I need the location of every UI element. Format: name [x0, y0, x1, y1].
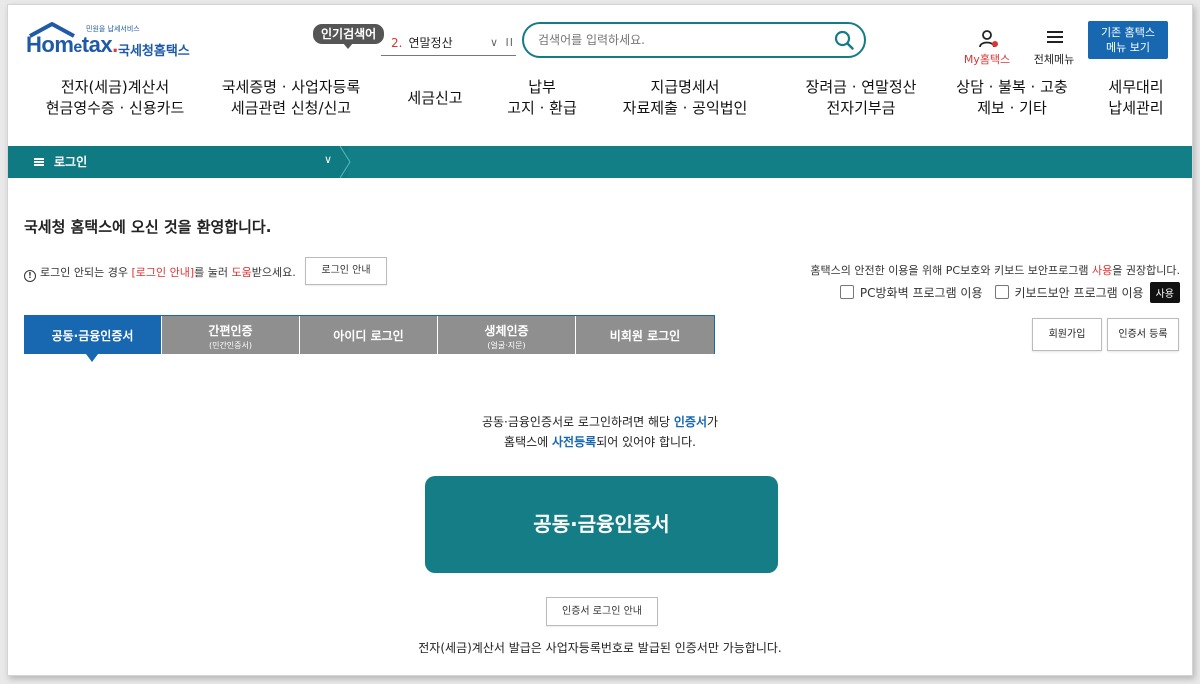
cert-register-button[interactable]: 인증서 등록: [1107, 318, 1179, 351]
hamburger-icon: [1047, 31, 1063, 43]
gnb-item-statement[interactable]: 지급명세서 자료제출 · 공익법인: [608, 77, 762, 127]
page-title: 국세청 홈택스에 오신 것을 환영합니다.: [24, 218, 272, 236]
chevron-down-icon[interactable]: ∨: [324, 153, 332, 166]
tab-guest-login[interactable]: 비회원 로그인: [576, 316, 714, 354]
header: 민원을 납세서비스 Hometax. 국세청홈택스 인기검색어 2. 연말정산 ∨…: [8, 5, 1192, 146]
firewall-checkbox[interactable]: [839, 285, 854, 299]
security-notice: 홈택스의 안전한 이용을 위해 PC보호와 키보드 보안프로그램 사용을 권장합…: [810, 264, 1180, 277]
my-hometax-button[interactable]: My홈택스: [958, 27, 1016, 67]
keyboard-security-checkbox[interactable]: [994, 285, 1009, 299]
tab-certificate[interactable]: 공동·금융인증서: [24, 316, 162, 362]
logo-wordmark: Hometax.: [26, 32, 118, 57]
cert-description: 공동·금융인증서로 로그인하려면 해당 인증서가 홈택스에 사전등록되어 있어야…: [481, 415, 719, 449]
tab-id-login[interactable]: 아이디 로그인: [300, 316, 438, 354]
gnb-item-payment[interactable]: 납부 고지 · 환급: [492, 77, 592, 127]
login-help-notice: ! 로그인 안되는 경우 [로그인 안내]를 눌러 도움받으세요.: [24, 264, 296, 282]
gnb-item-certificate[interactable]: 국세증명 · 사업자등록 세금관련 신청/신고: [216, 77, 366, 127]
breadcrumb[interactable]: 로그인 ∨: [8, 146, 351, 178]
invoice-cert-note: 전자(세금)계산서 발급은 사업자등록번호로 발급된 인증서만 가능합니다.: [418, 641, 782, 655]
user-icon: [979, 30, 998, 48]
signup-button[interactable]: 회원가입: [1032, 318, 1102, 351]
search-box: [522, 22, 866, 58]
browser-page: 민원을 납세서비스 Hometax. 국세청홈택스 인기검색어 2. 연말정산 ∨…: [7, 4, 1193, 676]
security-options: PC방화벽 프로그램 이용 키보드보안 프로그램 이용 사용: [839, 282, 1180, 304]
gnb-item-tax-report[interactable]: 세금신고: [390, 77, 480, 127]
certificate-login-button[interactable]: 공동·금융인증서: [425, 476, 778, 573]
logo-service-name: 국세청홈택스: [118, 44, 190, 59]
search-input[interactable]: [538, 31, 818, 49]
gnb-item-invoice[interactable]: 전자(세금)계산서 현금영수증 · 신용카드: [40, 77, 190, 127]
popular-keyword-select[interactable]: 2. 연말정산 ∨ II: [381, 30, 516, 56]
popular-search-badge: 인기검색어: [313, 24, 385, 49]
firewall-option[interactable]: PC방화벽 프로그램 이용: [839, 284, 983, 301]
pause-icon[interactable]: II: [506, 30, 515, 56]
tab-simple-auth[interactable]: 간편인증 (민간인증서): [162, 316, 300, 354]
login-guide-link[interactable]: [로그인 안내]: [131, 266, 194, 279]
gnb-item-agent[interactable]: 세무대리 납세관리: [1092, 77, 1180, 127]
hometax-logo[interactable]: 민원을 납세서비스 Hometax. 국세청홈택스: [24, 20, 204, 62]
search-icon[interactable]: [834, 30, 854, 50]
tab-biometric[interactable]: 생체인증 (얼굴·지문): [438, 316, 576, 354]
old-menu-button[interactable]: 기존 홈택스 메뉴 보기: [1088, 21, 1168, 59]
menu-icon: [34, 158, 44, 166]
breadcrumb-label: 로그인: [54, 155, 88, 169]
popular-keyword: 연말정산: [408, 36, 453, 50]
gnb-item-year-end[interactable]: 장려금 · 연말정산 전자기부금: [786, 77, 936, 127]
breadcrumb-bar: 로그인 ∨: [8, 146, 1192, 178]
gnb-item-consult[interactable]: 상담 · 불복 · 고충 제보 · 기타: [944, 77, 1080, 127]
chevron-down-icon[interactable]: ∨: [490, 30, 498, 56]
all-menu-label: 전체메뉴: [1033, 53, 1075, 66]
alert-icon: !: [24, 270, 36, 282]
use-button[interactable]: 사용: [1149, 282, 1180, 303]
cert-login-guide-button[interactable]: 인증서 로그인 안내: [546, 597, 658, 626]
breadcrumb-separator-icon: [340, 146, 351, 178]
keyboard-security-option[interactable]: 키보드보안 프로그램 이용: [994, 284, 1144, 301]
global-nav: 전자(세금)계산서 현금영수증 · 신용카드 국세증명 · 사업자등록 세금관련 신…: [8, 77, 1192, 127]
popular-rank: 2.: [391, 36, 403, 50]
login-tabs: 공동·금융인증서 간편인증 (민간인증서) 아이디 로그인 생체인증 (얼굴·지문)…: [24, 315, 715, 362]
all-menu-button[interactable]: 전체메뉴: [1025, 27, 1083, 67]
my-hometax-label: My홈택스: [963, 53, 1011, 66]
login-guide-button[interactable]: 로그인 안내: [305, 257, 387, 285]
